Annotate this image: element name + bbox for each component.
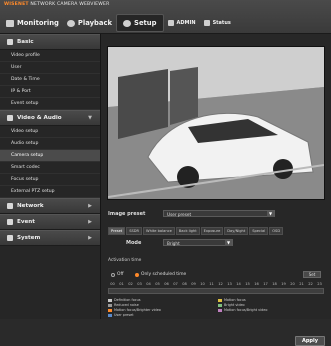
- legend-item: Motion focus: [218, 298, 246, 302]
- hour-label: 03: [137, 282, 142, 286]
- sidebar-item-user[interactable]: User: [0, 62, 100, 74]
- camera-setup-tabs: Preset SSDR White balance Back light Exp…: [108, 227, 284, 235]
- chevron-down-icon: ▼: [267, 211, 274, 217]
- live-video-preview: [107, 46, 325, 200]
- hour-label: 02: [128, 282, 133, 286]
- sidebar-item-camera-setup[interactable]: Camera setup: [0, 150, 100, 162]
- legend-item: Motion focus/Bright video: [218, 308, 267, 312]
- tab-ssdr[interactable]: SSDR: [126, 227, 143, 235]
- hour-label: 07: [173, 282, 178, 286]
- legend-item: Reduced noise: [108, 303, 139, 307]
- sidebar-item-focus-setup[interactable]: Focus setup: [0, 174, 100, 186]
- mode-label: Mode: [126, 240, 142, 246]
- legend-item: Bright video: [218, 303, 245, 307]
- top-nav: Monitoring Playback Setup ADMIN Status: [2, 14, 235, 32]
- gear-icon: [123, 19, 132, 27]
- hour-labels: 00 01 02 03 04 05 06 07 08 09 10 11 12 13 14 15 16 17 18 19…: [108, 282, 324, 286]
- off-radio[interactable]: Off: [111, 272, 123, 277]
- event-icon: [7, 219, 13, 225]
- hour-label: 14: [236, 282, 241, 286]
- legend-item: User preset: [108, 313, 134, 317]
- hour-label: 01: [119, 282, 124, 286]
- hour-label: 12: [218, 282, 223, 286]
- system-icon: [7, 235, 13, 241]
- hour-label: 17: [263, 282, 268, 286]
- user-icon: [167, 20, 174, 26]
- tab-preset[interactable]: Preset: [108, 227, 126, 235]
- hour-label: 04: [146, 282, 151, 286]
- network-icon: [7, 203, 13, 209]
- hour-label: 10: [200, 282, 205, 286]
- hour-label: 09: [191, 282, 196, 286]
- sidebar-item-audio-setup[interactable]: Audio setup: [0, 138, 100, 150]
- basic-icon: [7, 39, 13, 45]
- hour-label: 05: [155, 282, 160, 286]
- sidebar-item-event-setup[interactable]: Event setup: [0, 98, 100, 110]
- camera-scene-image: [108, 47, 324, 199]
- sidebar-item-date-time[interactable]: Date & Time: [0, 74, 100, 86]
- sidebar-section-basic[interactable]: Basic: [0, 34, 100, 50]
- tab-special[interactable]: Special: [249, 227, 269, 235]
- hour-label: 00: [110, 282, 115, 286]
- radio-off-icon: [111, 272, 115, 277]
- status-button[interactable]: Status: [200, 15, 235, 31]
- chevron-right-icon: ▶: [88, 219, 92, 225]
- hour-label: 22: [308, 282, 313, 286]
- playback-tab[interactable]: Playback: [63, 15, 116, 31]
- legend-item: Motion focus/Brighter video: [108, 308, 161, 312]
- chevron-right-icon: ▶: [88, 235, 92, 241]
- activation-time-header: Activation time: [108, 258, 142, 263]
- sidebar-section-system[interactable]: System ▶: [0, 230, 100, 246]
- top-bar: WISENET NETWORK CAMERA WEBVIEWER Monitor…: [0, 0, 331, 34]
- apply-button[interactable]: Apply: [295, 336, 325, 346]
- hour-label: 23: [317, 282, 322, 286]
- main-panel: Image preset User preset ▼ Preset SSDR W…: [101, 34, 331, 346]
- hour-label: 18: [272, 282, 277, 286]
- chevron-down-icon: ▼: [88, 115, 92, 121]
- sidebar: Basic Video profile User Date & Time IP …: [0, 34, 101, 319]
- sidebar-item-video-setup[interactable]: Video setup: [0, 126, 100, 138]
- hour-label: 06: [164, 282, 169, 286]
- sidebar-section-video-audio[interactable]: Video & Audio ▼: [0, 110, 100, 126]
- hour-label: 11: [209, 282, 214, 286]
- image-preset-label: Image preset: [108, 211, 146, 217]
- legend-item: Definition focus: [108, 298, 141, 302]
- only-scheduled-radio[interactable]: Only scheduled time: [135, 272, 186, 277]
- mode-select[interactable]: Bright ▼: [163, 239, 233, 246]
- chevron-right-icon: ▶: [88, 203, 92, 209]
- sidebar-item-video-profile[interactable]: Video profile: [0, 50, 100, 62]
- playback-icon: [66, 19, 75, 27]
- hour-label: 15: [245, 282, 250, 286]
- sidebar-item-ip-port[interactable]: IP & Port: [0, 86, 100, 98]
- hour-label: 13: [227, 282, 232, 286]
- set-button[interactable]: Set: [303, 271, 321, 278]
- admin-button[interactable]: ADMIN: [164, 15, 200, 31]
- radio-on-icon: [135, 272, 139, 277]
- app-title: WISENET NETWORK CAMERA WEBVIEWER: [4, 2, 110, 7]
- hour-label: 21: [299, 282, 304, 286]
- hour-label: 19: [281, 282, 286, 286]
- video-audio-icon: [7, 115, 13, 121]
- sidebar-section-event[interactable]: Event ▶: [0, 214, 100, 230]
- chevron-down-icon: ▼: [225, 240, 232, 246]
- sidebar-section-network[interactable]: Network ▶: [0, 198, 100, 214]
- tab-exposure[interactable]: Exposure: [200, 227, 224, 235]
- monitoring-tab[interactable]: Monitoring: [2, 15, 63, 31]
- status-icon: [203, 20, 210, 26]
- monitor-icon: [6, 19, 14, 27]
- tab-day-night[interactable]: Day/Night: [224, 227, 249, 235]
- tab-white-balance[interactable]: White balance: [143, 227, 175, 235]
- image-preset-select[interactable]: User preset ▼: [163, 210, 275, 217]
- hour-label: 08: [182, 282, 187, 286]
- schedule-timeline[interactable]: [108, 288, 324, 294]
- tab-back-light[interactable]: Back light: [175, 227, 200, 235]
- setup-tab[interactable]: Setup: [116, 14, 164, 32]
- hour-label: 16: [254, 282, 259, 286]
- sidebar-item-external-ptz[interactable]: External PTZ setup: [0, 186, 100, 198]
- hour-label: 20: [290, 282, 295, 286]
- tab-osd[interactable]: OSD: [269, 227, 284, 235]
- sidebar-item-smart-codec[interactable]: Smart codec: [0, 162, 100, 174]
